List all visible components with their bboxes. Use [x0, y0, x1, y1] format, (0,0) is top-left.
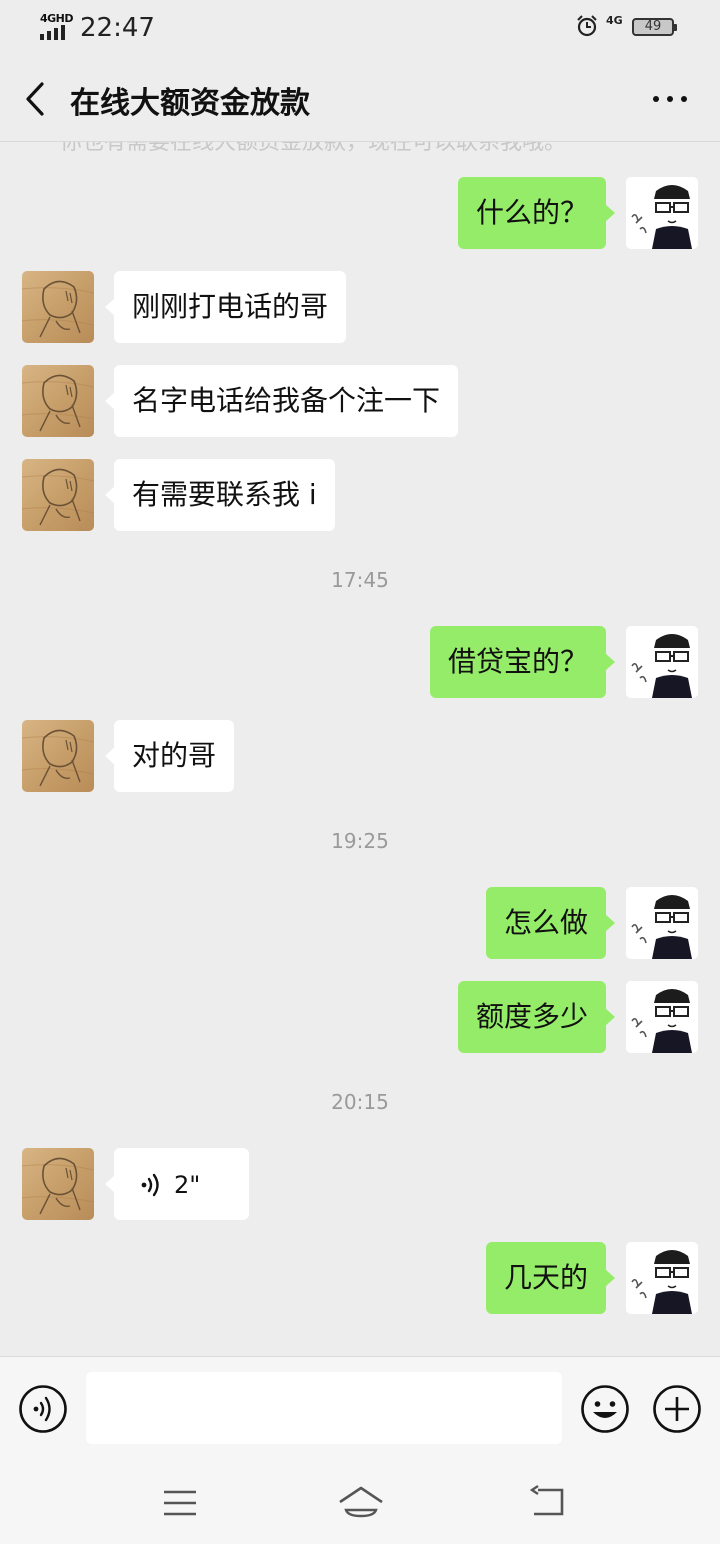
alarm-icon — [577, 15, 597, 37]
received-message-bubble[interactable]: 有需要联系我 i — [105, 459, 335, 531]
system-navigation-bar — [0, 1460, 720, 1544]
received-message-bubble[interactable]: 对的哥 — [104, 720, 235, 792]
clock: 22:47 — [80, 13, 155, 43]
timestamp: 20:15 — [331, 1090, 389, 1114]
contact-avatar[interactable] — [22, 271, 94, 343]
battery-icon: 49 — [632, 18, 677, 36]
received-message-bubble[interactable]: 名字电话给我备个注一下 — [104, 365, 459, 437]
signal-icon: 4GHD — [38, 12, 74, 42]
received-message-bubble[interactable]: 刚刚打电话的哥 — [104, 271, 347, 343]
sent-message-bubble[interactable]: 借贷宝的？ — [429, 626, 616, 698]
chat-header: 在线大额资金放款 — [0, 56, 720, 142]
contact-avatar[interactable] — [22, 1148, 94, 1220]
menu-icon[interactable] — [160, 1486, 200, 1520]
contact-avatar[interactable] — [22, 720, 94, 792]
sent-message-bubble[interactable]: 什么的？ — [457, 177, 616, 249]
my-avatar[interactable] — [626, 626, 698, 698]
sent-message-bubble[interactable]: 额度多少 — [457, 981, 616, 1053]
input-bar — [0, 1356, 720, 1460]
emoji-icon[interactable] — [580, 1384, 630, 1434]
home-icon[interactable] — [336, 1482, 386, 1520]
status-bar: 4GHD 22:47 4G 49 — [0, 0, 720, 56]
voice-message-bubble[interactable]: 2" — [105, 1148, 249, 1220]
timestamp: 17:45 — [331, 568, 389, 592]
contact-avatar[interactable] — [22, 365, 94, 437]
voice-duration: 2" — [174, 1171, 201, 1199]
timestamp: 19:25 — [331, 829, 389, 853]
chat-title: 在线大额资金放款 — [70, 86, 310, 121]
sent-message-bubble[interactable]: 怎么做 — [485, 887, 616, 959]
back-arrow-icon[interactable] — [20, 80, 50, 118]
my-avatar[interactable] — [626, 1242, 698, 1314]
voice-input-icon[interactable] — [18, 1384, 68, 1434]
more-options-icon[interactable] — [646, 86, 694, 112]
message-list[interactable]: 什么的？ 刚刚打电话的哥 名字电话给我备个注一下 有需要联系我 i 17:45 … — [0, 142, 720, 1356]
my-avatar[interactable] — [626, 887, 698, 959]
sent-message-bubble[interactable]: 几天的 — [485, 1242, 616, 1314]
back-nav-icon[interactable] — [528, 1484, 568, 1520]
voice-wave-icon — [141, 1173, 159, 1197]
contact-avatar[interactable] — [22, 459, 94, 531]
my-avatar[interactable] — [626, 981, 698, 1053]
message-input[interactable] — [86, 1372, 562, 1444]
network-4g-label: 4G — [606, 14, 623, 27]
battery-level: 49 — [644, 19, 662, 34]
plus-icon[interactable] — [652, 1384, 702, 1434]
network-type: 4GHD — [40, 12, 74, 25]
my-avatar[interactable] — [626, 177, 698, 249]
